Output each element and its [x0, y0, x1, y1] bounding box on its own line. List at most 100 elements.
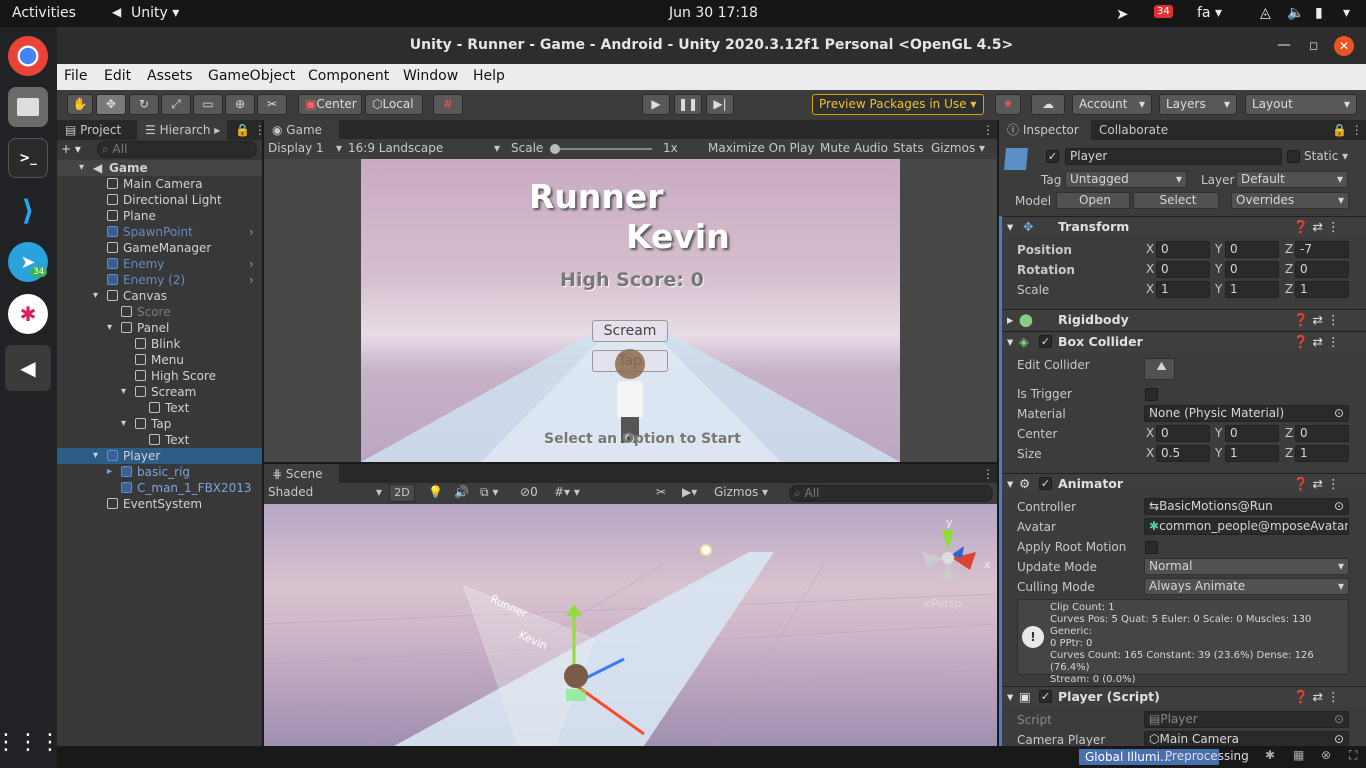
component-menu-icons[interactable]: ❓ ⇄ ⋮: [1293, 217, 1339, 237]
collab-status-icon[interactable]: ⛶: [1349, 748, 1357, 763]
scene-gizmos-dropdown[interactable]: Gizmos ▾: [714, 485, 768, 499]
scale-tool-icon[interactable]: ⤢: [161, 94, 191, 115]
model-open-button[interactable]: Open: [1056, 192, 1130, 209]
persp-label[interactable]: <Persp: [922, 597, 961, 610]
scene-tools-icon[interactable]: ✂: [656, 485, 666, 499]
expand-arrow-icon[interactable]: ▾: [107, 320, 112, 336]
expand-arrow-icon[interactable]: ▾: [93, 288, 98, 304]
scene-viewport[interactable]: Runner Kevin y x <Persp: [264, 504, 997, 746]
display-dropdown[interactable]: Display 1 ▾: [268, 141, 342, 155]
hierarchy-row[interactable]: Directional Light: [57, 192, 262, 208]
tab-project[interactable]: ▤ Project: [57, 120, 137, 140]
expand-arrow-icon[interactable]: ▸: [107, 464, 112, 480]
game-viewport[interactable]: Runner Kevin High Score: 0 Scream Tap Se…: [361, 159, 900, 462]
hierarchy-row[interactable]: Blink: [57, 336, 262, 352]
scale-y-field[interactable]: 1: [1225, 281, 1279, 298]
chrome-icon[interactable]: [8, 36, 48, 76]
menu-component[interactable]: Component: [308, 68, 389, 84]
transform-header[interactable]: ▾ ✥ Transform ❓ ⇄ ⋮: [999, 216, 1366, 237]
hierarchy-row[interactable]: C_man_1_FBX2013: [57, 480, 262, 496]
create-button[interactable]: + ▾: [61, 142, 89, 158]
prefab-open-icon[interactable]: ›: [249, 272, 254, 288]
scream-button[interactable]: Scream: [592, 320, 668, 342]
snap-grid-icon[interactable]: #: [433, 94, 463, 115]
unity-dock-icon[interactable]: ◀: [5, 345, 51, 391]
transform-tool-icon[interactable]: ⊕: [225, 94, 255, 115]
tab-game[interactable]: ◉ Game: [264, 120, 339, 140]
preview-packages-button[interactable]: Preview Packages in Use ▾: [812, 94, 984, 115]
system-menu-icon[interactable]: ▾: [1343, 5, 1350, 21]
active-checkbox[interactable]: ✓: [1046, 150, 1059, 163]
wifi-icon[interactable]: ◬: [1260, 5, 1271, 21]
game-options-icon[interactable]: ⋮: [974, 120, 1002, 140]
panel-lock-icon[interactable]: 🔒 ⋮: [227, 120, 266, 140]
effects-dropdown-icon[interactable]: ⧉ ▾: [480, 485, 498, 500]
hierarchy-row[interactable]: › SpawnPoint: [57, 224, 262, 240]
terminal-icon[interactable]: >_: [8, 138, 48, 178]
slack-icon[interactable]: ✱: [8, 294, 48, 334]
maximize-on-play-toggle[interactable]: Maximize On Play: [708, 141, 815, 155]
position-z-field[interactable]: -7: [1295, 241, 1349, 258]
aspect-dropdown[interactable]: 16:9 Landscape ▾: [348, 141, 500, 155]
scene-search-input[interactable]: ⌕ All: [789, 485, 993, 502]
telegram-tray-icon[interactable]: ➤: [1116, 5, 1129, 23]
close-button[interactable]: ✕: [1334, 36, 1354, 56]
hierarchy-row[interactable]: ▾ Player: [57, 448, 262, 464]
lighting-toggle-icon[interactable]: 💡: [428, 485, 443, 499]
hierarchy-row[interactable]: High Score: [57, 368, 262, 384]
mute-audio-toggle[interactable]: Mute Audio: [820, 141, 888, 155]
show-apps-icon[interactable]: ⋮⋮⋮: [0, 722, 61, 762]
avatar-field[interactable]: ✱common_people@mposeAvatar: [1144, 518, 1349, 535]
hierarchy-row[interactable]: Text: [57, 432, 262, 448]
menu-file[interactable]: File: [64, 68, 87, 84]
hierarchy-row[interactable]: ▾ Panel: [57, 320, 262, 336]
is-trigger-checkbox[interactable]: [1145, 388, 1158, 401]
expand-arrow-icon[interactable]: ▾: [79, 160, 84, 176]
2d-toggle[interactable]: 2D: [389, 484, 415, 502]
rotate-tool-icon[interactable]: ↻: [129, 94, 159, 115]
pause-button[interactable]: ❚❚: [674, 94, 702, 115]
maximize-button[interactable]: ◻: [1309, 27, 1318, 64]
inspector-lock-icon[interactable]: 🔒 ⋮: [1324, 120, 1366, 140]
camera-player-field[interactable]: ⬡Main Camera ⊙: [1144, 731, 1349, 746]
update-mode-dropdown[interactable]: Normal ▾: [1144, 558, 1349, 575]
hierarchy-row[interactable]: ▸ basic_rig: [57, 464, 262, 480]
hierarchy-row[interactable]: › Enemy: [57, 256, 262, 272]
audio-toggle-icon[interactable]: 🔊: [454, 485, 469, 499]
expand-arrow-icon[interactable]: ▾: [121, 384, 126, 400]
game-gizmos-dropdown[interactable]: Gizmos ▾: [931, 141, 985, 155]
menu-gameobject[interactable]: GameObject: [208, 68, 295, 84]
rotation-x-field[interactable]: 0: [1156, 261, 1210, 278]
volume-icon[interactable]: 🔈: [1287, 5, 1304, 21]
layer-dropdown[interactable]: Default ▾: [1236, 171, 1348, 188]
play-button[interactable]: ▶: [642, 94, 670, 115]
hierarchy-search-input[interactable]: ⌕ All: [97, 141, 257, 158]
scene-player-model[interactable]: [564, 664, 588, 688]
scale-z-field[interactable]: 1: [1295, 281, 1349, 298]
battery-icon[interactable]: ▮: [1315, 5, 1323, 21]
material-field[interactable]: None (Physic Material) ⊙: [1144, 405, 1349, 422]
player-script-enabled-checkbox[interactable]: ✓: [1039, 690, 1052, 703]
minimize-button[interactable]: —: [1277, 27, 1291, 64]
activities-button[interactable]: Activities: [12, 5, 76, 21]
overrides-dropdown[interactable]: Overrides ▾: [1231, 192, 1349, 209]
tab-scene[interactable]: ⋕ Scene: [264, 464, 339, 484]
rect-tool-icon[interactable]: ▭: [193, 94, 223, 115]
move-tool-icon[interactable]: ✥: [96, 94, 126, 115]
pivot-center-button[interactable]: ▣Center: [298, 94, 362, 115]
prefab-open-icon[interactable]: ›: [249, 256, 254, 272]
tag-dropdown[interactable]: Untagged ▾: [1065, 171, 1187, 188]
layout-dropdown[interactable]: Layout ▾: [1245, 94, 1357, 115]
vscode-icon[interactable]: ⟩: [8, 190, 48, 230]
custom-tool-icon[interactable]: ✂: [257, 94, 287, 115]
debug-icon[interactable]: ✱: [1265, 748, 1275, 762]
account-dropdown[interactable]: Account ▾: [1072, 94, 1152, 115]
files-icon[interactable]: [8, 87, 48, 127]
position-y-field[interactable]: 0: [1225, 241, 1279, 258]
hierarchy-row[interactable]: Text: [57, 400, 262, 416]
hierarchy-row[interactable]: ▾ Tap: [57, 416, 262, 432]
rigidbody-header[interactable]: ▸ ⬤ Rigidbody ❓ ⇄ ⋮: [999, 309, 1366, 330]
expand-arrow-icon[interactable]: ▾: [121, 416, 126, 432]
animator-enabled-checkbox[interactable]: ✓: [1039, 477, 1052, 490]
shading-mode-dropdown[interactable]: Shaded ▾: [268, 485, 382, 499]
